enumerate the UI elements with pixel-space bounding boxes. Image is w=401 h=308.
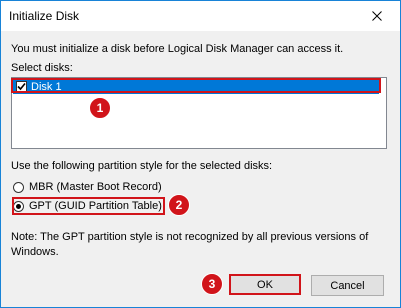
partition-style-label: Use the following partition style for th… bbox=[11, 160, 273, 172]
close-button[interactable] bbox=[354, 1, 400, 31]
mbr-option[interactable]: MBR (Master Boot Record) bbox=[13, 181, 162, 193]
cancel-button[interactable]: Cancel bbox=[311, 275, 384, 296]
title-bar: Initialize Disk bbox=[1, 1, 400, 31]
select-disks-label: Select disks: bbox=[11, 62, 73, 74]
gpt-radio[interactable] bbox=[13, 200, 24, 212]
ok-button[interactable]: OK bbox=[229, 274, 301, 295]
mbr-label: MBR (Master Boot Record) bbox=[29, 181, 162, 193]
intro-text: You must initialize a disk before Logica… bbox=[11, 43, 344, 55]
step-1-badge: 1 bbox=[89, 97, 111, 119]
mbr-radio[interactable] bbox=[13, 181, 24, 193]
window-title: Initialize Disk bbox=[9, 9, 80, 23]
disk-list[interactable]: Disk 1 bbox=[11, 77, 387, 149]
note-line-1: Note: The GPT partition style is not rec… bbox=[11, 231, 369, 243]
list-item-label: Disk 1 bbox=[31, 80, 62, 93]
checkmark-icon bbox=[17, 82, 26, 91]
step-2-badge: 2 bbox=[168, 194, 190, 216]
list-item-disk-1[interactable]: Disk 1 bbox=[13, 79, 379, 94]
gpt-label: GPT (GUID Partition Table) bbox=[29, 200, 162, 212]
gpt-option[interactable]: GPT (GUID Partition Table) bbox=[13, 200, 162, 212]
initialize-disk-dialog: Initialize Disk You must initialize a di… bbox=[0, 0, 401, 308]
step-3-badge: 3 bbox=[201, 273, 223, 295]
disk-1-checkbox[interactable] bbox=[16, 81, 27, 92]
note-line-2: Windows. bbox=[11, 246, 59, 258]
close-icon bbox=[372, 11, 382, 21]
